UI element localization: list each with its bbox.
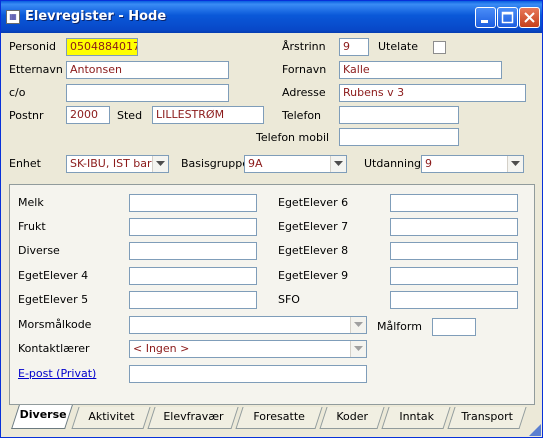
minimize-icon bbox=[481, 20, 488, 23]
postnr-field[interactable]: 2000 bbox=[66, 106, 110, 124]
morsmalkode-dropdown-button[interactable] bbox=[350, 317, 366, 333]
tab-inntak[interactable]: Inntak bbox=[381, 407, 451, 429]
co-label: c/o bbox=[9, 86, 26, 99]
enhet-dropdown-button[interactable] bbox=[152, 156, 168, 172]
tab-aktivitet[interactable]: Aktivitet bbox=[71, 407, 151, 429]
basisgruppe-value: 9A bbox=[248, 157, 263, 170]
egetelever4-label: EgetElever 4 bbox=[18, 269, 89, 282]
arstrinn-field[interactable]: 9 bbox=[339, 38, 369, 56]
etternavn-label: Etternavn bbox=[9, 63, 63, 76]
egetelever8-field[interactable] bbox=[390, 242, 518, 260]
main-window: ▦ Elevregister - Hode Personid 050488401… bbox=[0, 0, 543, 438]
kontaktlaerer-select[interactable]: < Ingen > bbox=[129, 340, 367, 358]
diverse-field[interactable] bbox=[129, 242, 257, 260]
frukt-label: Frukt bbox=[18, 220, 46, 233]
adresse-field[interactable]: Rubens v 3 bbox=[339, 84, 526, 102]
tab-aktivitet-label: Aktivitet bbox=[88, 410, 135, 423]
frukt-field[interactable] bbox=[129, 218, 257, 236]
tab-diverse[interactable]: Diverse bbox=[11, 405, 73, 429]
co-field[interactable] bbox=[66, 84, 229, 102]
fornavn-label: Fornavn bbox=[282, 63, 327, 76]
utdanning-dropdown-button[interactable] bbox=[507, 156, 523, 172]
sted-label: Sted bbox=[117, 109, 143, 122]
enhet-select[interactable]: SK-IBU, IST barn bbox=[66, 155, 169, 173]
egetelever9-label: EgetElever 9 bbox=[278, 269, 349, 282]
maximize-icon bbox=[501, 11, 514, 24]
app-icon[interactable]: ▦ bbox=[6, 10, 20, 24]
egetelever8-label: EgetElever 8 bbox=[278, 244, 349, 257]
chevron-down-icon bbox=[156, 161, 165, 166]
tab-strip: Diverse Aktivitet Elevfravær Foresatte K… bbox=[1, 405, 542, 437]
malform-label: Målform bbox=[377, 320, 422, 333]
basisgruppe-label: Basisgruppe bbox=[181, 157, 250, 170]
etternavn-field[interactable]: Antonsen bbox=[66, 61, 229, 79]
window-title: Elevregister - Hode bbox=[25, 9, 167, 24]
epost-field[interactable] bbox=[129, 365, 367, 383]
tab-elevfravaer-label: Elevfravær bbox=[163, 410, 224, 423]
personid-field[interactable]: 05048840170 bbox=[66, 38, 138, 56]
kontaktlaerer-label: Kontaktlærer bbox=[18, 342, 90, 355]
telefon-field[interactable] bbox=[339, 106, 459, 124]
close-icon bbox=[524, 12, 535, 23]
basisgruppe-dropdown-button[interactable] bbox=[330, 156, 346, 172]
egetelever4-field[interactable] bbox=[129, 267, 257, 285]
personid-label: Personid bbox=[9, 40, 57, 53]
egetelever7-field[interactable] bbox=[390, 218, 518, 236]
tab-foresatte[interactable]: Foresatte bbox=[235, 407, 323, 429]
utdanning-select[interactable]: 9 bbox=[421, 155, 524, 173]
chevron-down-icon bbox=[334, 161, 343, 166]
enhet-value: SK-IBU, IST barn bbox=[70, 157, 159, 170]
malform-field[interactable] bbox=[432, 318, 476, 336]
egetelever6-field[interactable] bbox=[390, 194, 518, 212]
utdanning-value: 9 bbox=[425, 157, 432, 170]
tab-inntak-label: Inntak bbox=[399, 410, 434, 423]
fornavn-field[interactable]: Kalle bbox=[339, 61, 502, 79]
enhet-label: Enhet bbox=[9, 157, 41, 170]
maximize-button[interactable] bbox=[497, 7, 518, 28]
chevron-down-icon bbox=[354, 322, 363, 327]
melk-field[interactable] bbox=[129, 194, 257, 212]
utelate-checkbox[interactable] bbox=[433, 41, 446, 54]
close-button[interactable] bbox=[519, 7, 540, 28]
title-bar[interactable]: ▦ Elevregister - Hode bbox=[1, 1, 542, 33]
melk-label: Melk bbox=[18, 196, 44, 209]
egetelever5-field[interactable] bbox=[129, 291, 257, 309]
morsmalkode-select[interactable] bbox=[129, 316, 367, 334]
tab-transport[interactable]: Transport bbox=[447, 407, 527, 429]
sted-field[interactable]: LILLESTRØM bbox=[152, 106, 264, 124]
chevron-down-icon bbox=[511, 161, 520, 166]
sfo-field[interactable] bbox=[390, 291, 518, 309]
basisgruppe-select[interactable]: 9A bbox=[244, 155, 347, 173]
utelate-label: Utelate bbox=[378, 40, 419, 53]
minimize-button[interactable] bbox=[475, 7, 496, 28]
egetelever6-label: EgetElever 6 bbox=[278, 196, 349, 209]
telefon-mobil-label: Telefon mobil bbox=[256, 131, 330, 144]
egetelever5-label: EgetElever 5 bbox=[18, 293, 89, 306]
postnr-label: Postnr bbox=[9, 109, 44, 122]
tab-diverse-label: Diverse bbox=[19, 408, 67, 421]
utdanning-label: Utdanning bbox=[364, 157, 422, 170]
kontaktlaerer-dropdown-button[interactable] bbox=[350, 341, 366, 357]
arstrinn-label: Årstrinn bbox=[282, 40, 326, 53]
sfo-label: SFO bbox=[278, 293, 300, 306]
tab-panel-diverse: Melk EgetElever 6 Frukt EgetElever 7 Div… bbox=[9, 184, 535, 405]
adresse-label: Adresse bbox=[282, 86, 326, 99]
tab-transport-label: Transport bbox=[461, 410, 514, 423]
egetelever9-field[interactable] bbox=[390, 267, 518, 285]
diverse-label: Diverse bbox=[18, 244, 60, 257]
egetelever7-label: EgetElever 7 bbox=[278, 220, 349, 233]
telefon-mobil-field[interactable] bbox=[339, 128, 459, 146]
resize-grip[interactable] bbox=[529, 424, 541, 436]
tab-koder[interactable]: Koder bbox=[319, 407, 385, 429]
telefon-label: Telefon bbox=[282, 109, 322, 122]
tab-elevfravaer[interactable]: Elevfravær bbox=[147, 407, 239, 429]
morsmalkode-label: Morsmålkode bbox=[18, 318, 92, 331]
epost-link[interactable]: E-post (Privat) bbox=[18, 367, 96, 381]
kontaktlaerer-value: < Ingen > bbox=[133, 342, 190, 355]
tab-koder-label: Koder bbox=[336, 410, 369, 423]
tab-foresatte-label: Foresatte bbox=[253, 410, 306, 423]
chevron-down-icon bbox=[354, 346, 363, 351]
